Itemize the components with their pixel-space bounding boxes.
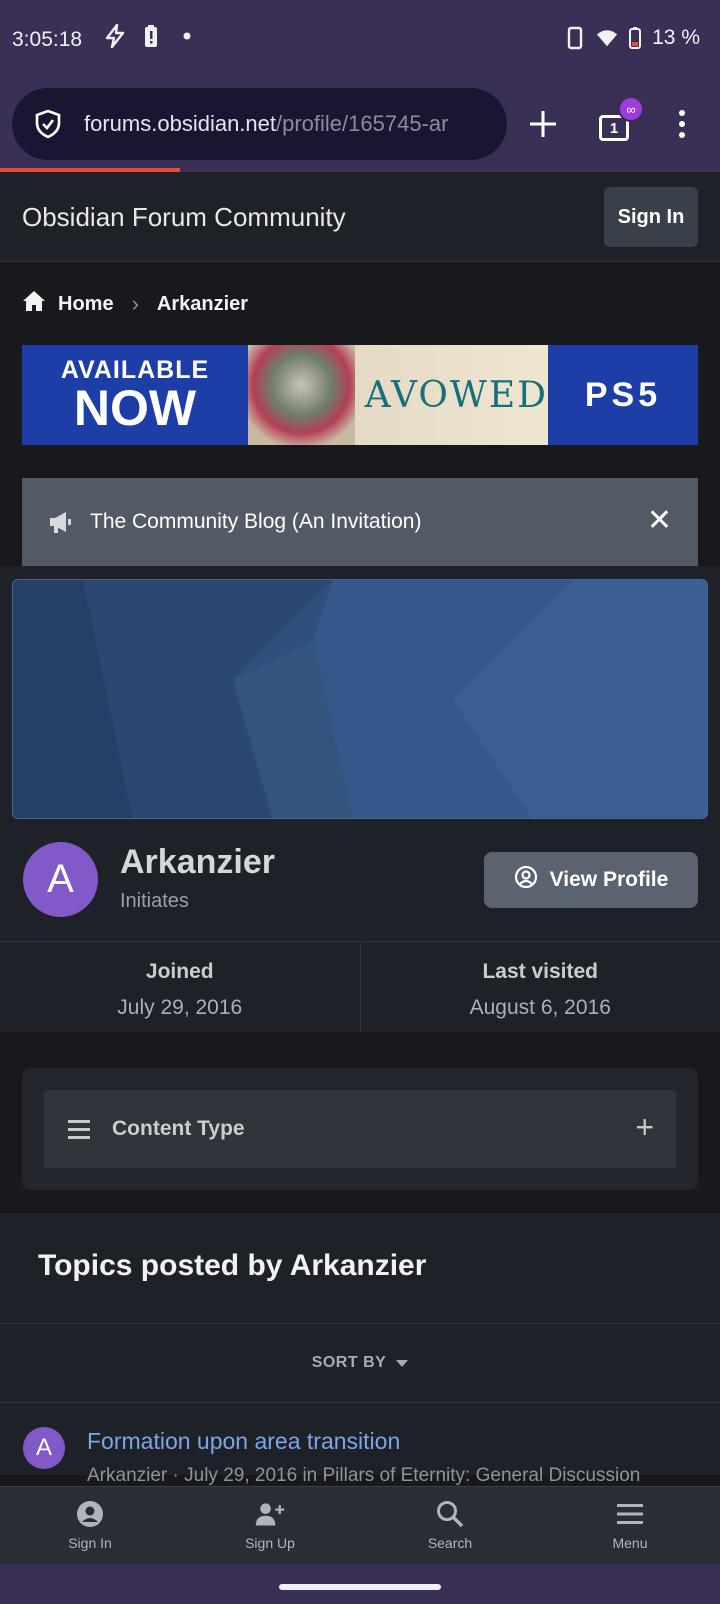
home-icon[interactable] <box>22 290 46 318</box>
breadcrumb-current[interactable]: Arkanzier <box>157 293 248 316</box>
dot-icon <box>176 24 198 48</box>
list-icon <box>68 1115 90 1144</box>
plus-icon <box>530 111 556 137</box>
user-plus-icon <box>255 1499 285 1529</box>
url-host: forums.obsidian.net <box>84 111 276 136</box>
stat-last-visited: Last visited August 6, 2016 <box>359 942 720 1033</box>
close-icon[interactable]: ✕ <box>647 506 672 536</box>
topic-author-avatar[interactable]: A <box>23 1427 65 1469</box>
nav-search[interactable]: Search <box>360 1487 540 1564</box>
profile-name: Arkanzier <box>120 843 275 881</box>
phone-icon <box>564 26 586 50</box>
topics-section: Topics posted by Arkanzier SORT BY A For… <box>0 1213 720 1486</box>
more-vertical-icon <box>679 110 685 138</box>
ad-platform-logo: PS5 <box>584 375 662 414</box>
hamburger-menu-icon <box>615 1499 645 1529</box>
status-bar: 3:05:18 13 % <box>0 0 720 80</box>
ad-now-text: NOW <box>73 379 197 436</box>
browser-menu-button[interactable] <box>662 100 702 148</box>
user-circle-icon <box>514 865 538 895</box>
nav-menu-label: Menu <box>612 1535 648 1551</box>
profile-avatar[interactable]: A <box>23 842 98 917</box>
content-type-toggle[interactable]: Content Type + <box>44 1090 676 1168</box>
ad-platform-panel: PS5 <box>548 345 698 445</box>
private-mode-badge: ∞ <box>618 96 644 122</box>
expand-plus-icon[interactable]: + <box>635 1110 654 1144</box>
status-icons-left <box>104 24 198 48</box>
status-icons-right: 13 % <box>564 26 700 50</box>
url-text[interactable]: forums.obsidian.net/profile/165745-ar <box>84 111 484 137</box>
nav-sign-up[interactable]: Sign Up <box>180 1487 360 1564</box>
breadcrumb: Home › Arkanzier <box>22 290 248 318</box>
ad-game-panel: AVOWED <box>248 345 548 445</box>
battery-icon <box>628 26 642 50</box>
ad-banner[interactable]: AVAILABLE NOW AVOWED PS5 <box>22 345 698 445</box>
gesture-handle[interactable] <box>279 1584 441 1590</box>
browser-chrome: 3:05:18 13 % forums.obsidian.net/profile… <box>0 0 720 172</box>
nav-sign-up-label: Sign Up <box>245 1535 295 1551</box>
site-title[interactable]: Obsidian Forum Community <box>22 202 346 233</box>
sort-by-label: SORT BY <box>311 1354 387 1371</box>
wifi-icon <box>596 26 618 50</box>
flash-icon <box>104 24 126 48</box>
shield-icon[interactable] <box>32 108 64 140</box>
megaphone-icon <box>48 509 74 535</box>
stat-joined-value: July 29, 2016 <box>117 996 243 1019</box>
url-bar[interactable]: forums.obsidian.net/profile/165745-ar <box>12 88 507 160</box>
nav-search-label: Search <box>427 1535 473 1551</box>
topic-meta: Arkanzier · July 29, 2016 in Pillars of … <box>87 1465 641 1486</box>
profile-group: Initiates <box>120 890 189 912</box>
ad-game-logo: AVOWED <box>364 374 548 416</box>
url-path: /profile/165745-ar <box>276 111 449 136</box>
status-time: 3:05:18 <box>12 28 83 51</box>
stat-joined-label: Joined <box>145 960 214 983</box>
site-header: Obsidian Forum Community Sign In <box>0 172 720 262</box>
topic-title-link[interactable]: Formation upon area transition <box>87 1428 400 1455</box>
content-filter-card: Content Type + <box>22 1068 698 1190</box>
profile-cover-photo <box>12 579 708 819</box>
chevron-right-icon: › <box>131 291 139 316</box>
sort-by-button[interactable]: SORT BY <box>0 1323 720 1403</box>
nav-sign-in-label: Sign In <box>68 1535 112 1551</box>
stat-last-visited-label: Last visited <box>482 960 599 983</box>
search-icon <box>435 1499 465 1529</box>
nav-sign-in[interactable]: Sign In <box>0 1487 180 1564</box>
bottom-navigation: Sign In Sign Up Search Menu <box>0 1486 720 1564</box>
nav-menu[interactable]: Menu <box>540 1487 720 1564</box>
caret-down-icon <box>396 1359 409 1367</box>
content-type-label: Content Type <box>112 1117 245 1140</box>
user-circle-icon <box>75 1499 105 1529</box>
ad-artwork <box>248 345 355 445</box>
cover-pattern <box>13 580 707 818</box>
topics-heading: Topics posted by Arkanzier <box>38 1249 427 1282</box>
stat-last-visited-value: August 6, 2016 <box>469 996 611 1019</box>
ad-available-text: AVAILABLE <box>60 355 210 384</box>
announcement-bar[interactable]: The Community Blog (An Invitation) ✕ <box>22 478 698 566</box>
view-profile-label: View Profile <box>549 868 669 891</box>
battery-alert-icon <box>140 24 162 48</box>
sign-in-button[interactable]: Sign In <box>604 187 698 247</box>
announcement-text[interactable]: The Community Blog (An Invitation) <box>90 510 421 534</box>
new-tab-button[interactable] <box>519 100 567 148</box>
stat-joined: Joined July 29, 2016 <box>0 942 360 1033</box>
ad-left-panel: AVAILABLE NOW <box>22 345 248 445</box>
tabs-button[interactable]: 1 ∞ <box>590 96 644 148</box>
profile-stats: Joined July 29, 2016 Last visited August… <box>0 941 720 1033</box>
view-profile-button[interactable]: View Profile <box>484 852 698 908</box>
breadcrumb-home[interactable]: Home <box>58 293 114 316</box>
battery-percent: 13 % <box>652 26 700 49</box>
